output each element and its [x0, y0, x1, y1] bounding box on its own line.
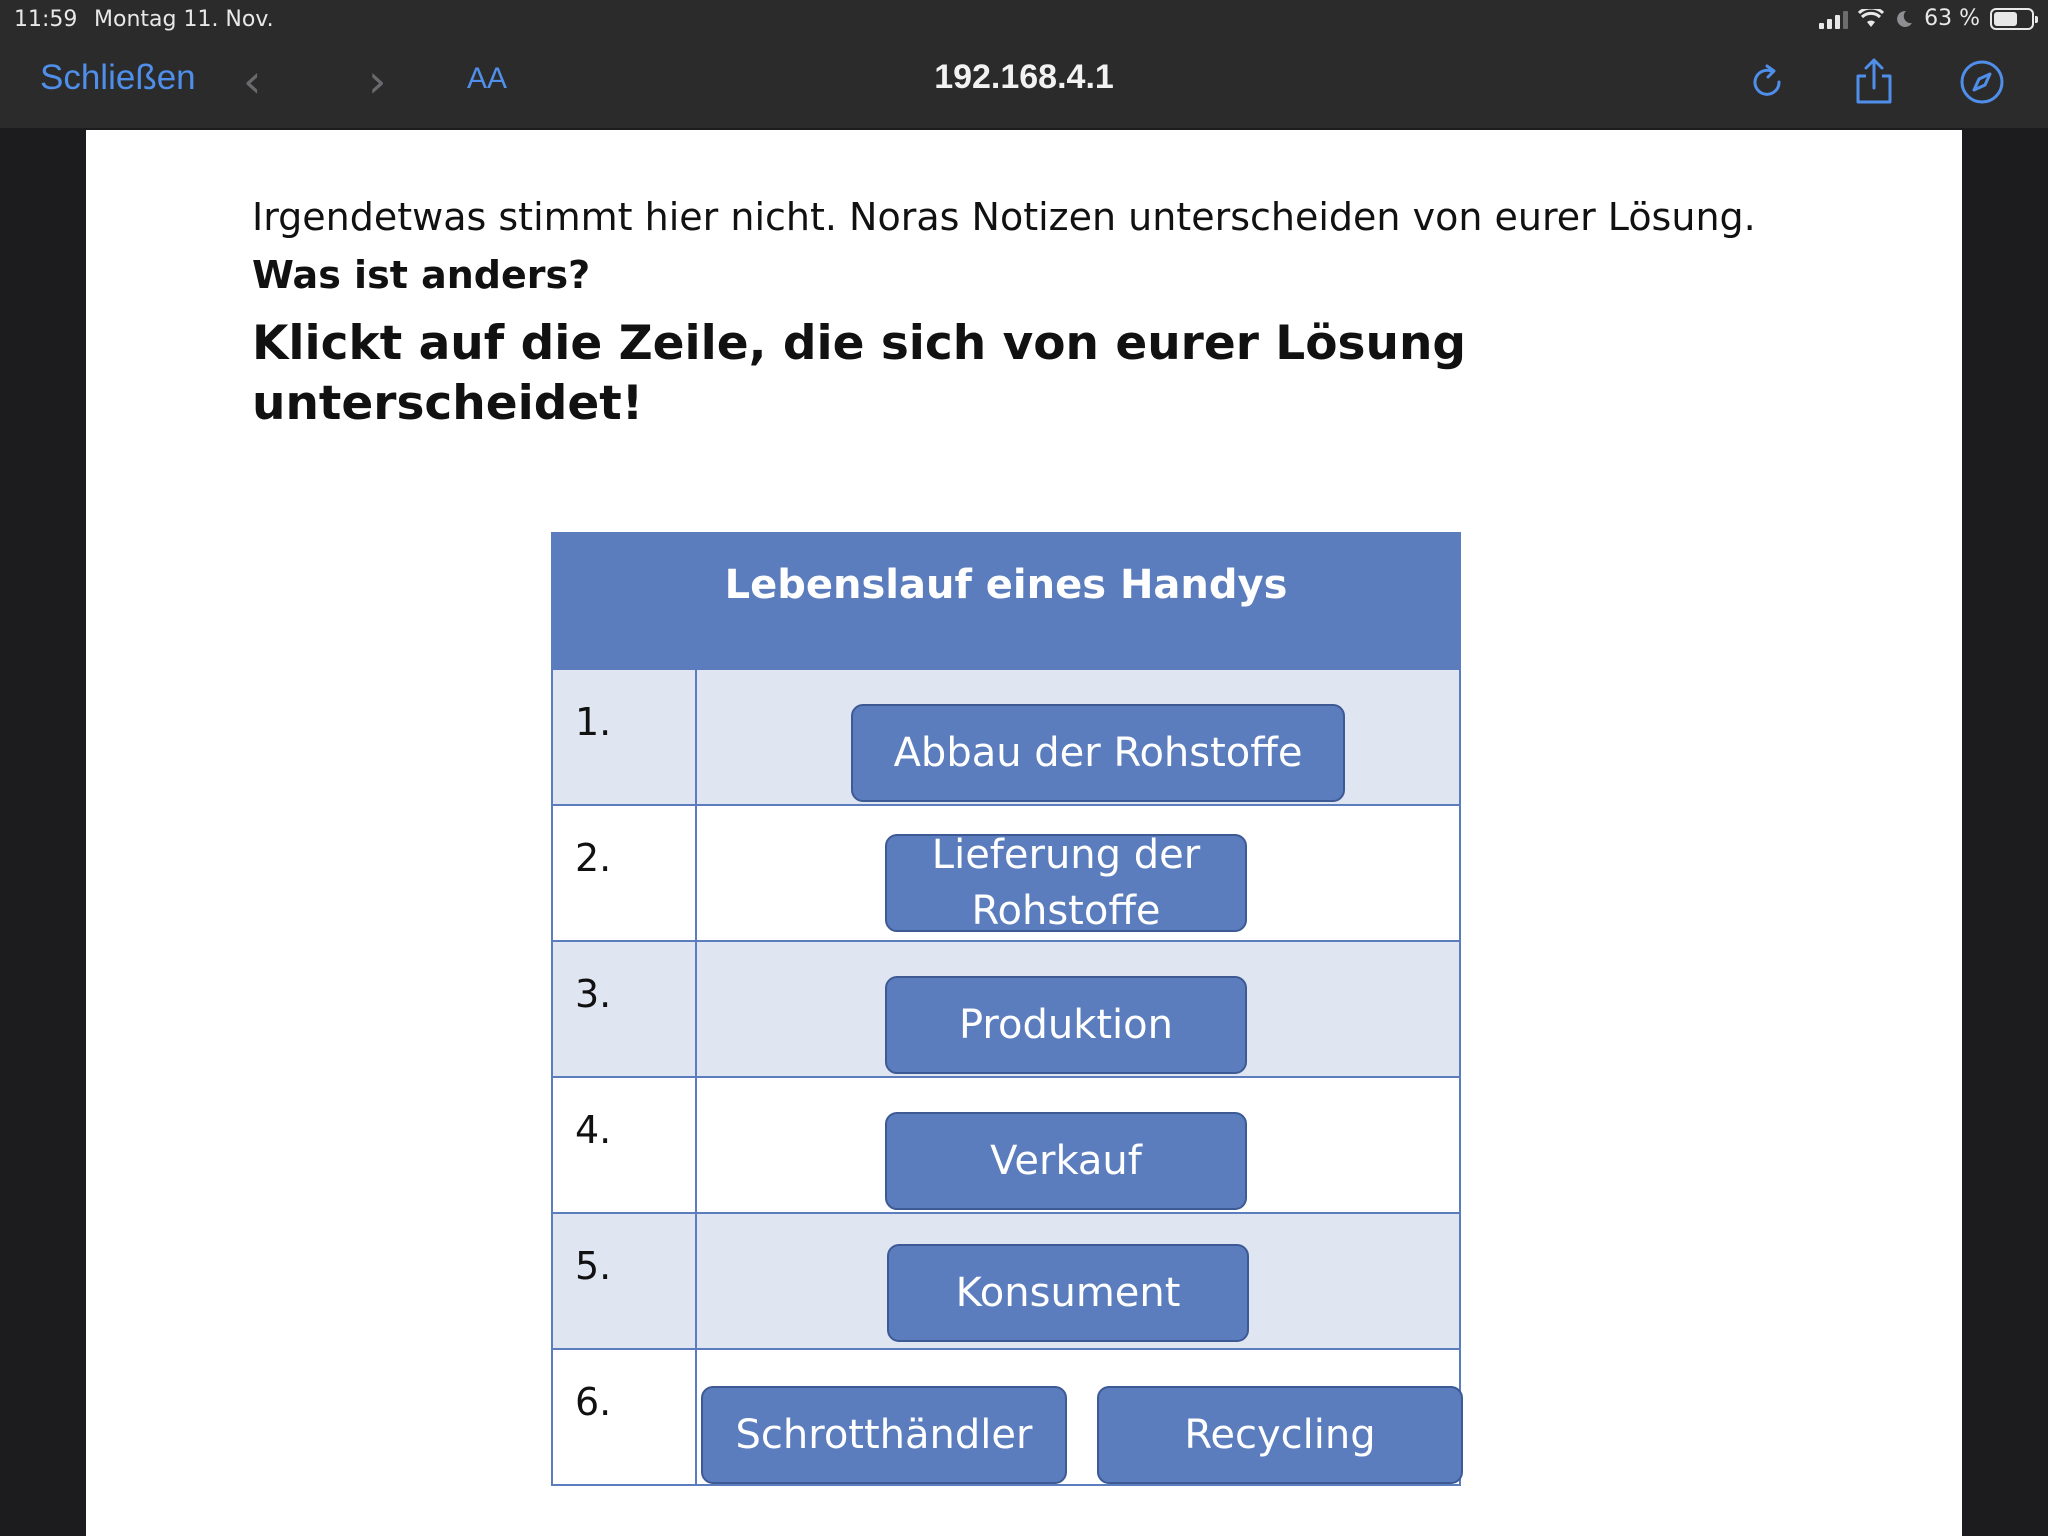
row-cell[interactable]: Verkauf: [697, 1078, 1459, 1212]
web-page: Irgendetwas stimmt hier nicht. Noras Not…: [86, 130, 1962, 1536]
intro-paragraph: Irgendetwas stimmt hier nicht. Noras Not…: [252, 188, 1852, 304]
wifi-icon: [1858, 8, 1885, 27]
table-row[interactable]: 3. Produktion: [553, 940, 1459, 1076]
step-card-verkauf[interactable]: Verkauf: [885, 1112, 1247, 1210]
row-number: 4.: [553, 1078, 697, 1212]
row-cell[interactable]: Lieferung der Rohstoffe: [697, 806, 1459, 940]
row-number: 6.: [553, 1350, 697, 1484]
lifecycle-table: Lebenslauf eines Handys 1. Abbau der Roh…: [551, 532, 1463, 1486]
battery-icon: [1990, 7, 2038, 30]
battery-percent: 63 %: [1924, 6, 1980, 31]
step-card-schrotthaendler[interactable]: Schrotthändler: [701, 1386, 1067, 1484]
row-cell[interactable]: Produktion: [697, 942, 1459, 1076]
table-row[interactable]: 4. Verkauf: [553, 1076, 1459, 1212]
url-text[interactable]: 192.168.4.1: [934, 58, 1114, 96]
intro-question: Was ist anders?: [252, 253, 591, 297]
table-row[interactable]: 6. Schrotthändler Recycling: [553, 1348, 1463, 1484]
table-row[interactable]: 1. Abbau der Rohstoffe: [553, 668, 1459, 804]
status-indicators: 63 %: [1819, 6, 2038, 31]
row-cell[interactable]: Konsument: [697, 1214, 1459, 1348]
table-title: Lebenslauf eines Handys: [724, 562, 1288, 608]
table-row[interactable]: 2. Lieferung der Rohstoffe: [553, 804, 1459, 940]
step-card-abbau[interactable]: Abbau der Rohstoffe: [851, 704, 1345, 802]
compass-icon[interactable]: [1956, 56, 2008, 108]
table-body: 1. Abbau der Rohstoffe 2. Lieferung der …: [553, 668, 1463, 1484]
cellular-signal-icon: [1819, 9, 1849, 29]
task-instructions: Irgendetwas stimmt hier nicht. Noras Not…: [252, 188, 1852, 434]
share-icon[interactable]: [1848, 56, 1900, 108]
back-button[interactable]: ‹: [243, 54, 261, 108]
forward-button[interactable]: ›: [368, 54, 386, 108]
status-time: 11:59: [14, 7, 78, 32]
browser-toolbar: Schließen ‹ › AA 192.168.4.1: [0, 40, 2048, 128]
row-number: 5.: [553, 1214, 697, 1348]
intro-text: Irgendetwas stimmt hier nicht. Noras Not…: [252, 195, 1756, 239]
table-header: Lebenslauf eines Handys: [553, 534, 1459, 668]
row-cell[interactable]: Abbau der Rohstoffe: [697, 670, 1459, 804]
row-number: 2.: [553, 806, 697, 940]
row-cell[interactable]: Schrotthändler Recycling: [697, 1350, 1463, 1484]
status-bar: 11:59 Montag 11. Nov. 63 %: [0, 0, 2048, 40]
step-card-recycling[interactable]: Recycling: [1097, 1386, 1463, 1484]
step-card-konsument[interactable]: Konsument: [887, 1244, 1249, 1342]
instruction-heading: Klickt auf die Zeile, die sich von eurer…: [252, 316, 1467, 431]
row-number: 1.: [553, 670, 697, 804]
moon-icon: [1897, 10, 1913, 27]
table-row[interactable]: 5. Konsument: [553, 1212, 1459, 1348]
row-number: 3.: [553, 942, 697, 1076]
reload-icon[interactable]: [1741, 56, 1793, 108]
step-card-lieferung[interactable]: Lieferung der Rohstoffe: [885, 832, 1247, 934]
close-button[interactable]: Schließen: [40, 58, 196, 98]
status-date: Montag 11. Nov.: [94, 7, 274, 32]
step-card-produktion[interactable]: Produktion: [885, 976, 1247, 1074]
text-size-button[interactable]: AA: [467, 62, 507, 96]
